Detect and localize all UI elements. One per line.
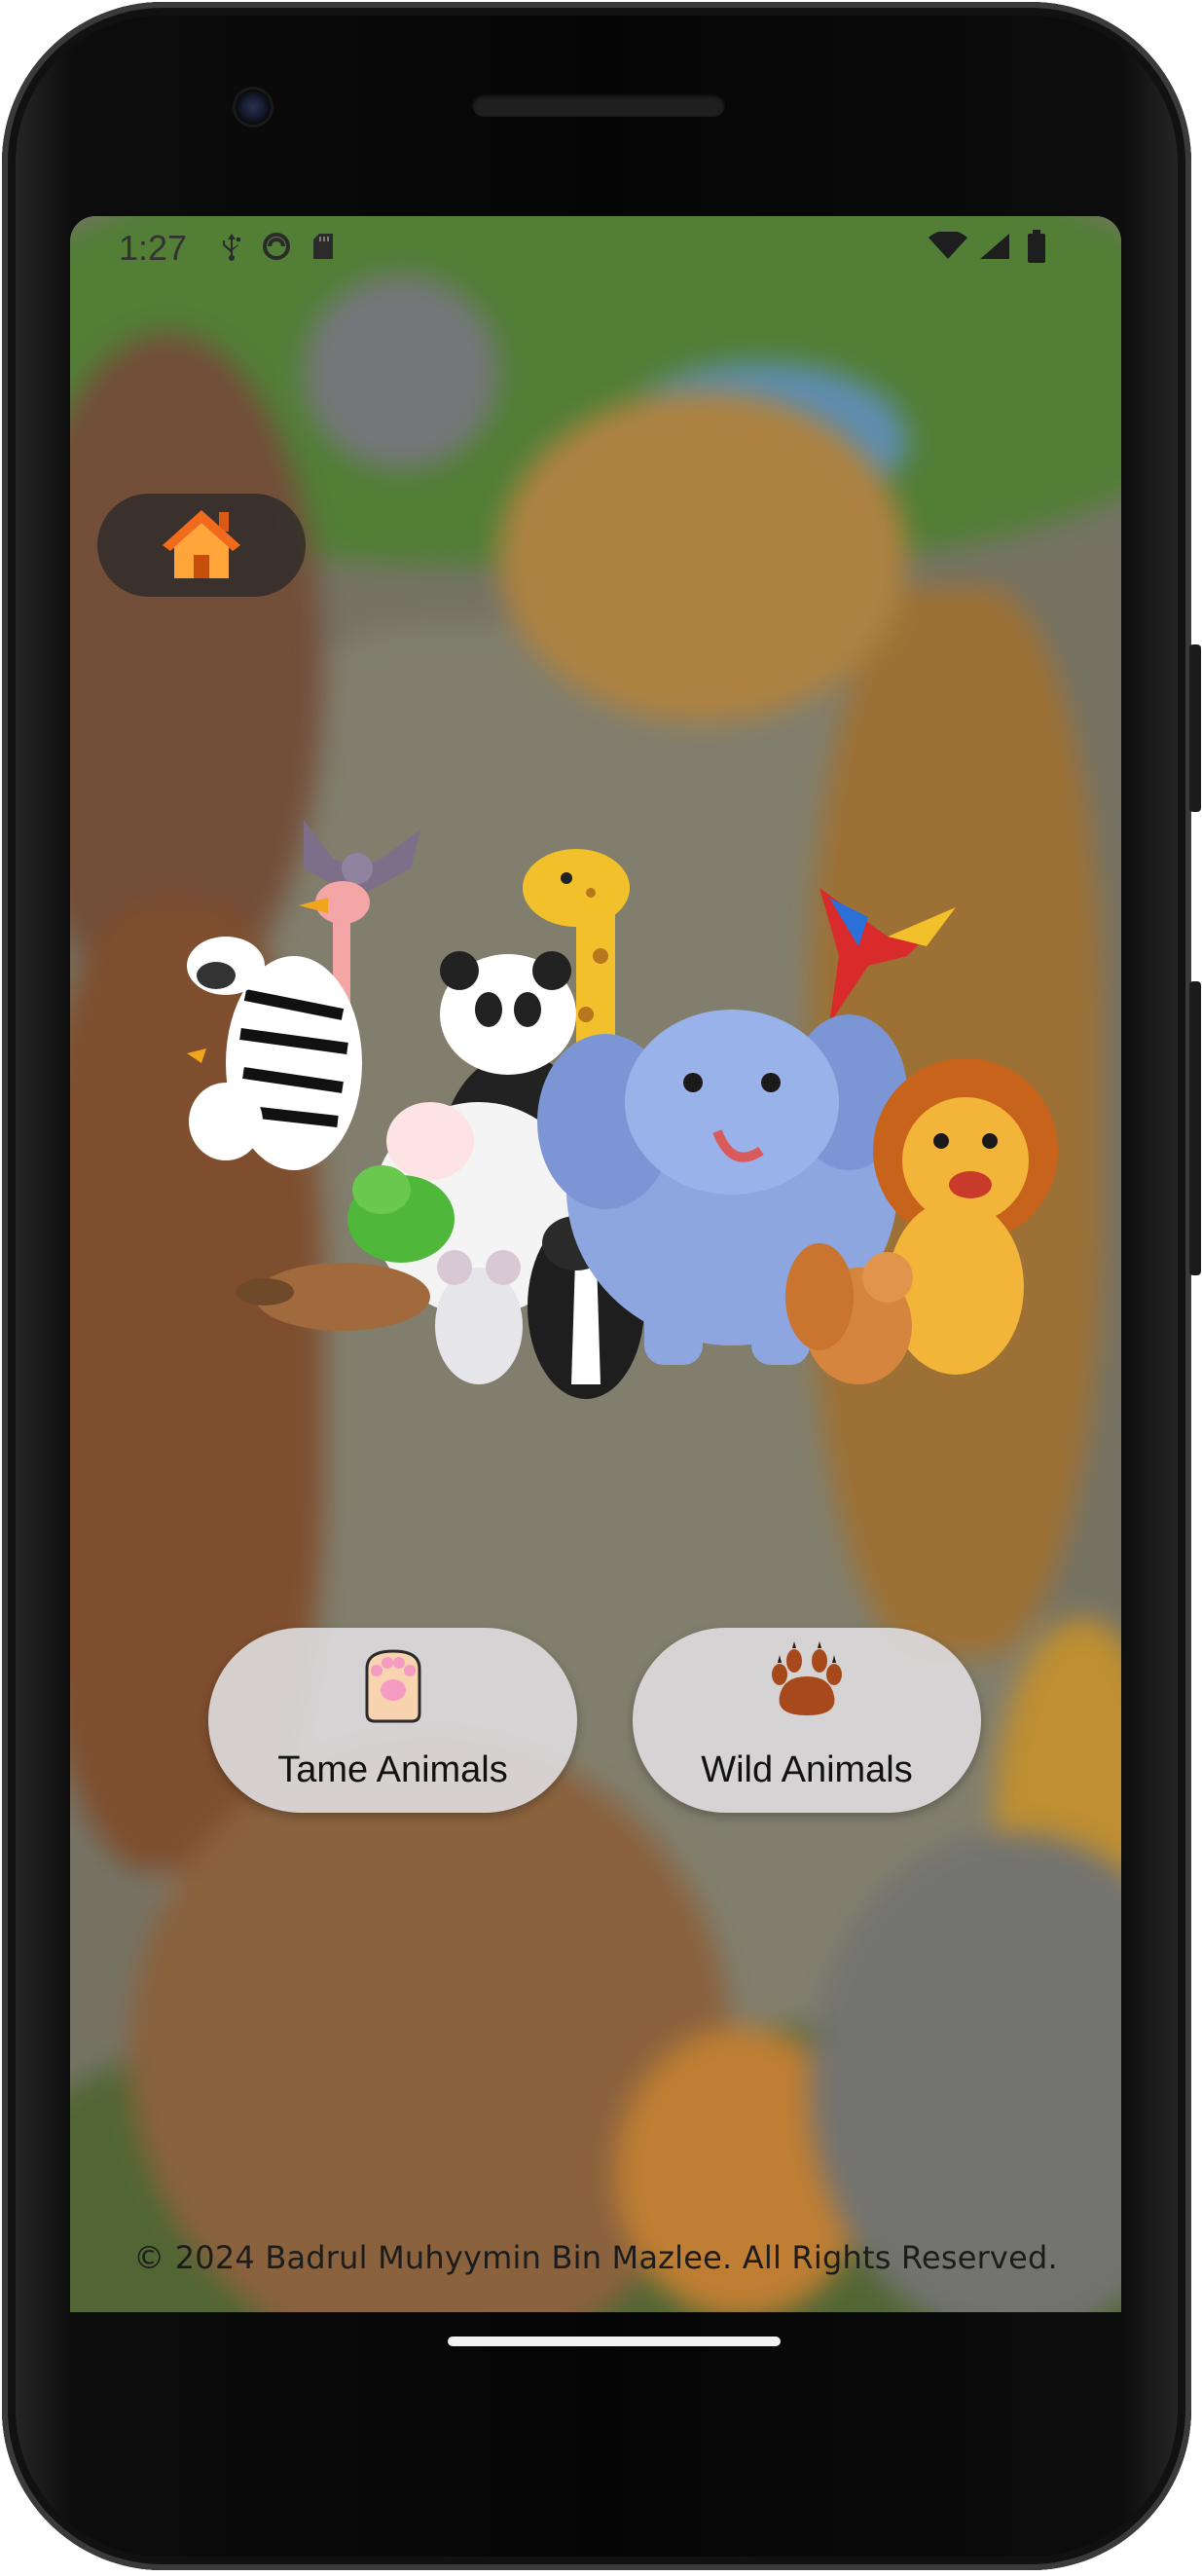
status-time: 1:27 xyxy=(119,228,188,268)
platypus-illustration xyxy=(236,1263,430,1331)
home-icon xyxy=(161,506,242,585)
parrot-illustration xyxy=(820,888,956,1024)
volume-rocker[interactable] xyxy=(1189,981,1201,1275)
sd-card-icon xyxy=(308,230,339,263)
app-screen: 1:27 Tame Animals Wild Animals © 2024 Ba… xyxy=(70,216,1121,2312)
signal-icon xyxy=(975,230,1014,263)
paw-icon xyxy=(361,1641,425,1728)
tame-animals-button[interactable]: Tame Animals xyxy=(208,1628,577,1813)
front-camera xyxy=(236,90,271,125)
status-bar: 1:27 xyxy=(70,216,1121,280)
mouse-illustration xyxy=(435,1250,523,1384)
power-button[interactable] xyxy=(1189,644,1201,812)
gesture-home-indicator[interactable] xyxy=(448,2337,781,2346)
home-button[interactable] xyxy=(97,494,306,597)
phone-frame: 1:27 Tame Animals Wild Animals © 2024 Ba… xyxy=(2,2,1191,2570)
wifi-icon xyxy=(927,230,969,263)
copyright-footer: © 2024 Badrul Muhyymin Bin Mazlee. All R… xyxy=(133,2239,1058,2276)
wild-animals-button[interactable]: Wild Animals xyxy=(633,1628,981,1813)
wild-animals-label: Wild Animals xyxy=(701,1749,913,1790)
bat-illustration xyxy=(304,820,420,898)
tame-animals-label: Tame Animals xyxy=(277,1749,508,1790)
sync-icon xyxy=(261,230,292,263)
earpiece-speaker xyxy=(472,93,725,117)
animals-group-illustration xyxy=(187,800,1063,1433)
usb-debug-icon xyxy=(216,230,247,263)
bear-paw-icon xyxy=(766,1641,848,1728)
battery-icon xyxy=(1022,230,1051,263)
